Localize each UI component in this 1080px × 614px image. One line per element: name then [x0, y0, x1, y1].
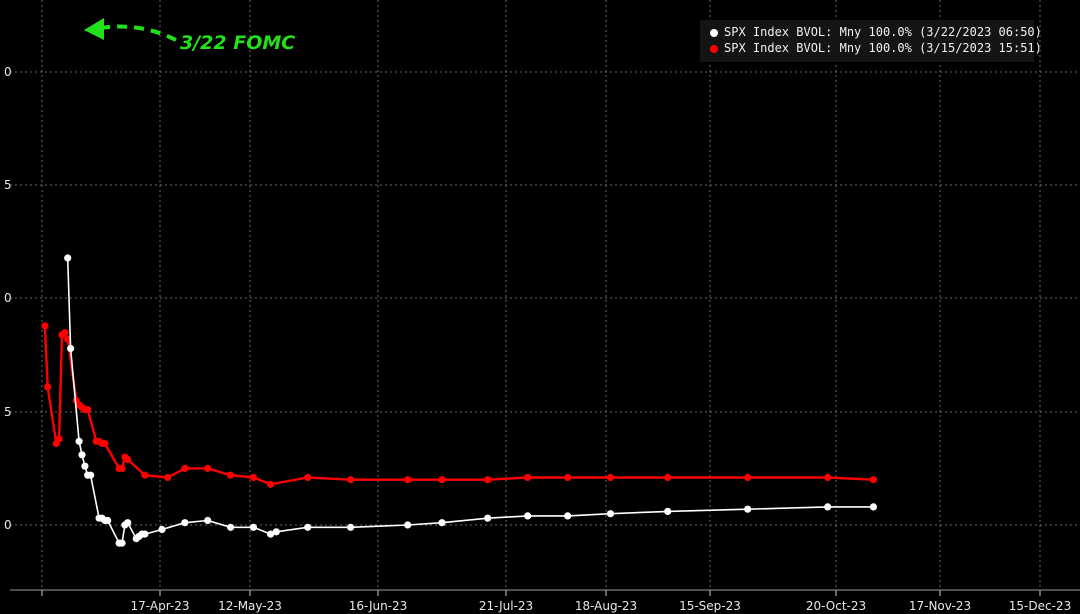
data-point: [304, 473, 312, 482]
data-point: [249, 523, 257, 531]
data-point: [78, 451, 86, 459]
data-point: [438, 476, 446, 484]
y-tick-label: 0: [4, 65, 12, 79]
data-point: [181, 464, 189, 472]
data-point: [524, 512, 532, 520]
data-point: [101, 439, 109, 448]
data-point: [227, 523, 235, 531]
data-point: [869, 503, 878, 511]
data-point: [869, 476, 878, 484]
series-line: [43, 325, 874, 486]
data-point: [606, 473, 615, 482]
legend-item-white: SPX Index BVOL: Mny 100.0% (3/22/2023 06…: [710, 25, 1042, 39]
data-point: [347, 476, 355, 484]
data-point: [347, 523, 355, 531]
x-tick-label: 15-Sep-23: [679, 599, 741, 613]
y-tick-label: 0: [4, 518, 12, 532]
data-point: [75, 437, 83, 445]
annotation-arrow: [84, 18, 177, 42]
x-tick-label: 21-Jul-23: [479, 599, 533, 613]
data-point: [87, 471, 95, 479]
x-tick-label: 17-Nov-23: [909, 599, 971, 613]
grid-lines: [10, 0, 1080, 590]
data-point: [272, 528, 280, 536]
fomc-annotation: 3/22 FOMC: [180, 32, 296, 54]
data-point: [81, 462, 89, 470]
axes: 0 5 0 5 0 17-Apr-23 12-May-23 16-Jun-23 21-Jul-2…: [4, 65, 1080, 613]
data-point: [204, 516, 212, 525]
y-tick-label: 5: [4, 405, 12, 419]
data-point: [824, 503, 832, 511]
data-point: [64, 254, 72, 262]
data-point: [44, 383, 52, 391]
data-point: [61, 329, 69, 337]
legend-label-white: SPX Index BVOL: Mny 100.0% (3/22/2023 06…: [724, 25, 1042, 39]
data-point: [304, 523, 312, 531]
data-point: [524, 473, 532, 482]
data-point: [404, 521, 412, 529]
data-point: [55, 435, 63, 443]
data-point: [141, 530, 149, 538]
x-tick-label: 18-Aug-23: [575, 599, 637, 613]
data-point: [438, 519, 446, 527]
data-point: [606, 510, 615, 518]
red-dot-icon: [710, 44, 718, 53]
data-point: [164, 473, 172, 482]
data-point: [564, 473, 572, 482]
chart-area: 0 5 0 5 0 17-Apr-23 12-May-23 16-Jun-23 21-Jul-2…: [4, 0, 1080, 613]
data-point: [124, 455, 132, 463]
data-point: [744, 505, 752, 513]
data-point: [249, 473, 257, 482]
data-point: [118, 539, 126, 547]
arrow-shaft: [99, 24, 177, 42]
x-tick-label: 20-Oct-23: [806, 599, 866, 613]
x-tick-label: 16-Jun-23: [349, 599, 408, 613]
data-point: [404, 476, 412, 484]
data-point: [484, 476, 492, 484]
data-point: [564, 512, 572, 520]
data-point: [141, 471, 149, 479]
legend-label-red: SPX Index BVOL: Mny 100.0% (3/15/2023 15…: [724, 41, 1042, 55]
legend-item-red: SPX Index BVOL: Mny 100.0% (3/15/2023 15…: [710, 41, 1042, 55]
data-point: [41, 322, 49, 330]
white-dot-icon: [710, 28, 718, 37]
y-tick-label: 0: [4, 291, 12, 305]
y-tick-label: 5: [4, 178, 12, 192]
x-tick-label: 15-Dec-23: [1009, 599, 1071, 613]
data-point: [118, 464, 126, 472]
data-point: [227, 471, 235, 479]
data-point: [158, 525, 166, 534]
series-line: [66, 257, 874, 544]
data-point: [124, 519, 132, 527]
data-point: [664, 473, 672, 482]
data-point: [664, 507, 672, 515]
x-tick-label: 12-May-23: [218, 599, 282, 613]
data-point: [744, 473, 752, 482]
data-point: [267, 480, 275, 488]
data-point: [84, 406, 92, 414]
data-point: [67, 344, 75, 353]
x-tick-label: 17-Apr-23: [131, 599, 190, 613]
data-point: [104, 516, 112, 525]
legend: SPX Index BVOL: Mny 100.0% (3/22/2023 06…: [700, 20, 1042, 62]
arrow-head-icon: [84, 18, 104, 40]
data-point: [484, 514, 492, 522]
data-point: [204, 464, 212, 472]
data-point: [824, 473, 832, 482]
data-point: [181, 519, 189, 527]
